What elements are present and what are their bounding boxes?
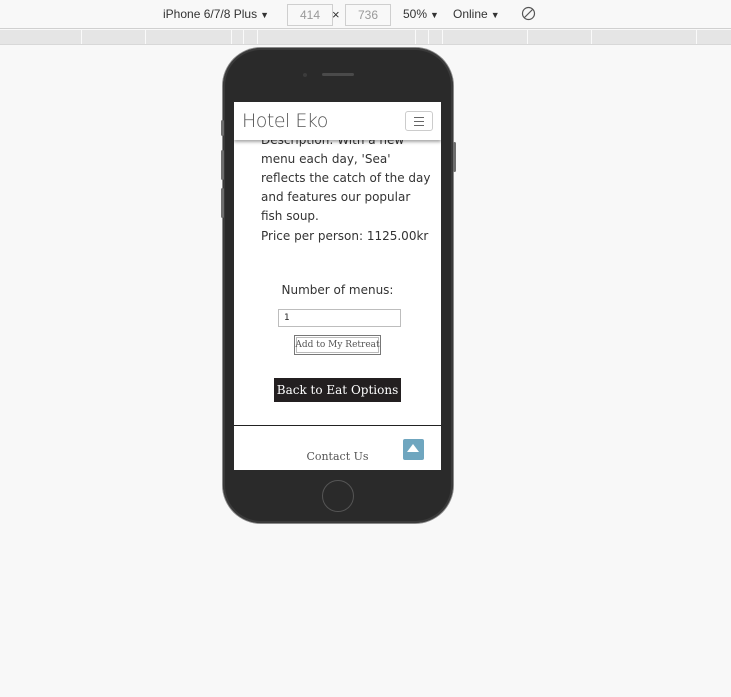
phone-side-button xyxy=(221,120,224,136)
chevron-down-icon: ▼ xyxy=(430,10,439,20)
price-text: Price per person: 1125.00kr xyxy=(261,229,429,243)
footer-divider xyxy=(234,425,441,426)
menu-description: Description: With a new menu each day, '… xyxy=(261,133,431,223)
ruler-divider xyxy=(591,30,592,44)
add-to-retreat-button[interactable]: Add to My Retreat xyxy=(294,335,381,355)
number-of-menus-label: Number of menus: xyxy=(281,283,394,297)
ruler-divider xyxy=(243,30,244,44)
ruler-divider xyxy=(231,30,232,44)
rotate-icon xyxy=(521,6,536,21)
rotate-button[interactable] xyxy=(521,6,536,24)
device-toolbar: iPhone 6/7/8 Plus▼ × 50%▼ Online▼ xyxy=(0,0,731,29)
chevron-down-icon: ▼ xyxy=(490,10,500,20)
phone-side-button xyxy=(453,142,456,172)
hamburger-icon xyxy=(414,125,424,126)
ruler-divider xyxy=(415,30,416,44)
device-select[interactable]: iPhone 6/7/8 Plus ▼ xyxy=(163,7,269,21)
site-logo[interactable]: Hotel Eko xyxy=(242,110,328,132)
ruler-divider xyxy=(257,30,258,44)
ruler-divider xyxy=(81,30,82,44)
dimension-separator: × xyxy=(332,7,340,22)
zoom-select[interactable]: 50% ▼ xyxy=(403,7,439,21)
network-label: Online xyxy=(453,7,488,21)
ruler-divider xyxy=(442,30,443,44)
device-screen: Description: With a new menu each day, '… xyxy=(234,102,441,470)
phone-side-button xyxy=(221,150,224,180)
phone-side-button xyxy=(221,188,224,218)
height-input[interactable] xyxy=(345,4,391,26)
back-to-eat-options-button[interactable]: Back to Eat Options xyxy=(274,378,401,402)
ruler-divider xyxy=(696,30,697,44)
number-of-menus-input[interactable] xyxy=(278,309,401,327)
scroll-to-top-button[interactable] xyxy=(403,439,424,460)
camera-dot xyxy=(303,73,307,77)
network-select[interactable]: Online ▼ xyxy=(453,7,500,21)
arrow-up-icon xyxy=(407,444,419,452)
hamburger-icon xyxy=(414,117,424,118)
ruler-divider xyxy=(428,30,429,44)
width-input[interactable] xyxy=(287,4,333,26)
hamburger-icon xyxy=(414,121,424,122)
chevron-down-icon: ▼ xyxy=(260,10,269,20)
ruler-divider xyxy=(527,30,528,44)
menu-toggle-button[interactable] xyxy=(405,111,433,131)
site-header: Hotel Eko xyxy=(234,102,441,140)
device-label: iPhone 6/7/8 Plus xyxy=(163,7,258,21)
zoom-label: 50% xyxy=(403,7,428,21)
media-query-bar[interactable] xyxy=(0,30,731,45)
home-button[interactable] xyxy=(322,480,354,512)
ruler-divider xyxy=(145,30,146,44)
speaker-grille xyxy=(322,73,354,76)
